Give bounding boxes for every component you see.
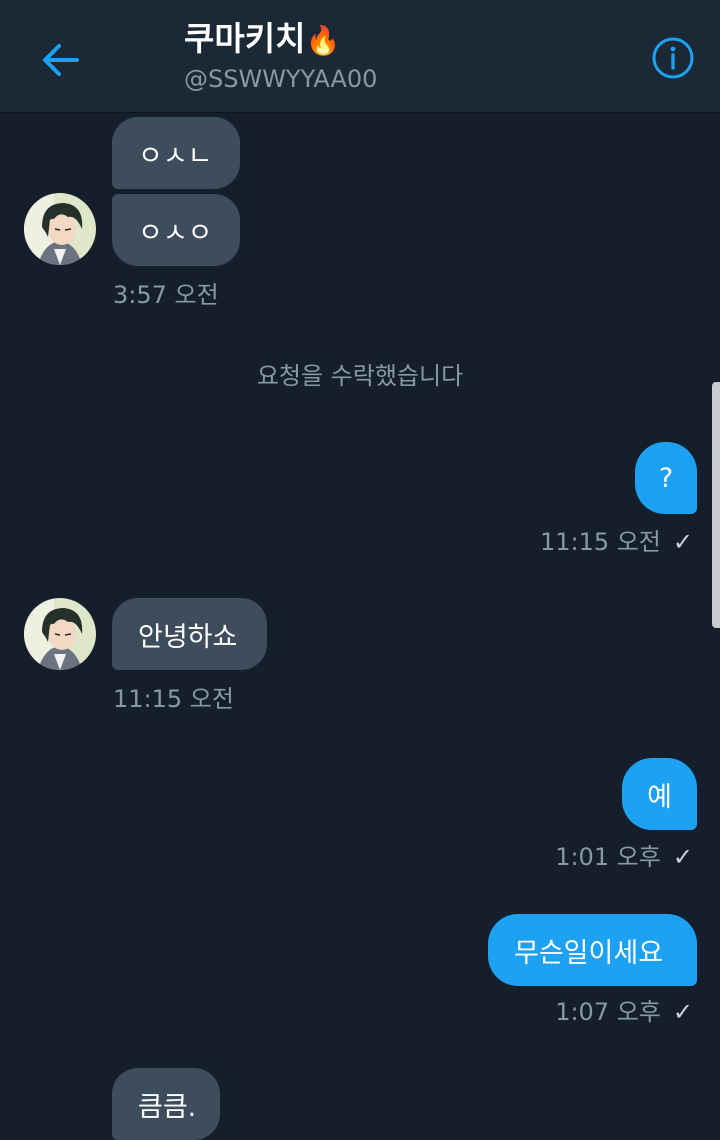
- message-text: 무슨일이세요: [514, 937, 664, 969]
- page-title: 쿠마키치🔥: [184, 18, 377, 62]
- message-text: 큼큼.: [138, 1091, 197, 1123]
- sent-check-icon: ✓: [672, 998, 693, 1026]
- message-bubble-incoming[interactable]: 큼큼.: [112, 1068, 220, 1140]
- avatar[interactable]: [24, 598, 96, 670]
- message-timestamp: 1:07 오후 ✓: [555, 997, 693, 1027]
- message-bubble-outgoing[interactable]: 무슨일이세요: [488, 914, 697, 986]
- message-bubble-outgoing[interactable]: ?: [635, 442, 697, 514]
- message-text: ㅇㅅㅇ: [138, 217, 213, 249]
- message-text: ?: [658, 462, 674, 494]
- sent-check-icon: ✓: [672, 843, 693, 871]
- header-title-block[interactable]: 쿠마키치🔥 @SSWWYYAA00: [184, 18, 377, 94]
- message-bubble-outgoing[interactable]: 예: [622, 758, 697, 830]
- message-bubble-incoming[interactable]: ㅇㅅㅇ: [112, 194, 240, 266]
- contact-name: 쿠마키치: [184, 19, 306, 58]
- contact-handle: @SSWWYYAA00: [184, 65, 378, 93]
- back-button[interactable]: [30, 30, 90, 90]
- message-timestamp: 11:15 오전: [113, 685, 234, 713]
- scrollbar[interactable]: [712, 382, 720, 628]
- message-text: 예: [647, 781, 672, 813]
- timestamp-text: 11:15 오전: [539, 528, 661, 556]
- message-text: 안녕하쇼: [138, 621, 238, 653]
- request-accepted-note: 요청을 수락했습니다: [256, 362, 464, 390]
- timestamp-text: 1:07 오후: [555, 998, 661, 1026]
- message-timestamp: 3:57 오전: [113, 281, 219, 309]
- conversation-header: 쿠마키치🔥 @SSWWYYAA00: [0, 0, 720, 113]
- fire-emoji: 🔥: [305, 24, 341, 57]
- message-bubble-incoming[interactable]: ㅇㅅㄴ: [112, 117, 240, 189]
- message-timestamp: 1:01 오후 ✓: [555, 842, 693, 872]
- anime-avatar-image: [24, 193, 96, 265]
- anime-avatar-image: [24, 598, 96, 670]
- message-bubble-incoming[interactable]: 안녕하쇼: [112, 598, 267, 670]
- dm-screen: 쿠마키치🔥 @SSWWYYAA00 ㅇㅅㄴ ㅇㅅㅇ 3:57 오전 요청을 수락…: [0, 0, 720, 1140]
- message-text: ㅇㅅㄴ: [138, 140, 213, 172]
- avatar[interactable]: [24, 193, 96, 265]
- timestamp-text: 1:01 오후: [555, 843, 661, 871]
- arrow-left-icon: [43, 44, 79, 76]
- info-button[interactable]: [648, 33, 698, 83]
- message-timestamp: 11:15 오전 ✓: [540, 527, 693, 557]
- sent-check-icon: ✓: [672, 528, 693, 556]
- info-icon: [652, 37, 694, 79]
